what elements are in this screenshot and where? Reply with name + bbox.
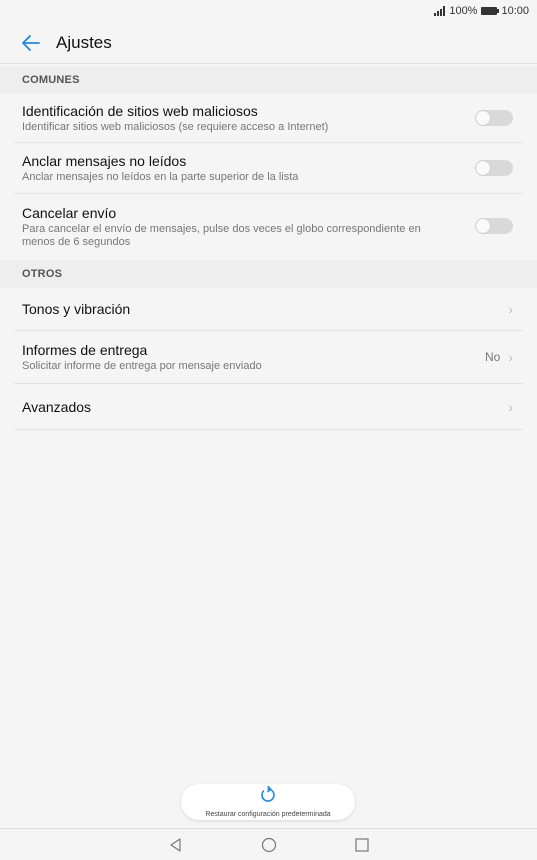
back-arrow-icon[interactable] (20, 32, 42, 54)
setting-subtitle: Anclar mensajes no leídos en la parte su… (22, 171, 299, 183)
setting-subtitle: Solicitar informe de entrega por mensaje… (22, 360, 262, 372)
malicious-sites-toggle[interactable] (475, 110, 513, 126)
setting-title: Tonos y vibración (22, 301, 131, 317)
setting-subtitle-line2: menos de 6 segundos (22, 235, 131, 248)
section-header-comunes: COMUNES (0, 66, 537, 94)
page-title: Ajustes (56, 32, 112, 52)
cancel-send-toggle[interactable] (475, 218, 513, 234)
setting-title: Cancelar envío (22, 204, 117, 221)
chevron-right-icon: › (508, 301, 513, 317)
restore-icon (259, 785, 277, 809)
setting-tones-vibration[interactable]: Tonos y vibración › (14, 288, 523, 331)
chevron-right-icon: › (508, 398, 513, 415)
setting-subtitle: Identificar sitios web maliciosos (se re… (22, 121, 329, 133)
setting-cancel-send[interactable]: Cancelar envío Para cancelar el envío de… (14, 194, 523, 258)
section-header-otros: OTROS (0, 260, 537, 288)
home-circle-icon[interactable] (261, 837, 277, 853)
setting-title: Identificación de sitios web maliciosos (22, 103, 258, 119)
app-bar: Ajustes (0, 22, 537, 64)
setting-pin-unread[interactable]: Anclar mensajes no leídos Anclar mensaje… (14, 143, 523, 194)
recents-square-icon[interactable] (354, 837, 370, 853)
delivery-reports-value: No (484, 350, 501, 364)
setting-advanced[interactable]: Avanzados › (14, 384, 523, 430)
battery-icon (481, 7, 500, 15)
setting-title: Anclar mensajes no leídos (22, 153, 187, 169)
navigation-bar (0, 828, 537, 860)
setting-subtitle-line1: Para cancelar el envío de mensajes, puls… (22, 222, 421, 235)
setting-title: Avanzados (22, 398, 92, 415)
chevron-right-icon: › (508, 349, 513, 365)
pin-unread-toggle[interactable] (475, 160, 513, 176)
setting-malicious-sites[interactable]: Identificación de sitios web maliciosos … (14, 94, 523, 143)
restore-defaults-button[interactable]: Restaurar configuración predeterminada (181, 784, 355, 820)
battery-percent: 100% (449, 5, 478, 17)
signal-icon (434, 6, 446, 16)
setting-delivery-reports[interactable]: Informes de entrega Solicitar informe de… (14, 331, 523, 384)
back-triangle-icon[interactable] (168, 837, 184, 853)
clock: 10:00 (501, 5, 529, 17)
setting-title: Informes de entrega (22, 342, 148, 358)
status-bar: 100% 10:00 (0, 0, 537, 22)
restore-defaults-label: Restaurar configuración predeterminada (205, 811, 331, 818)
